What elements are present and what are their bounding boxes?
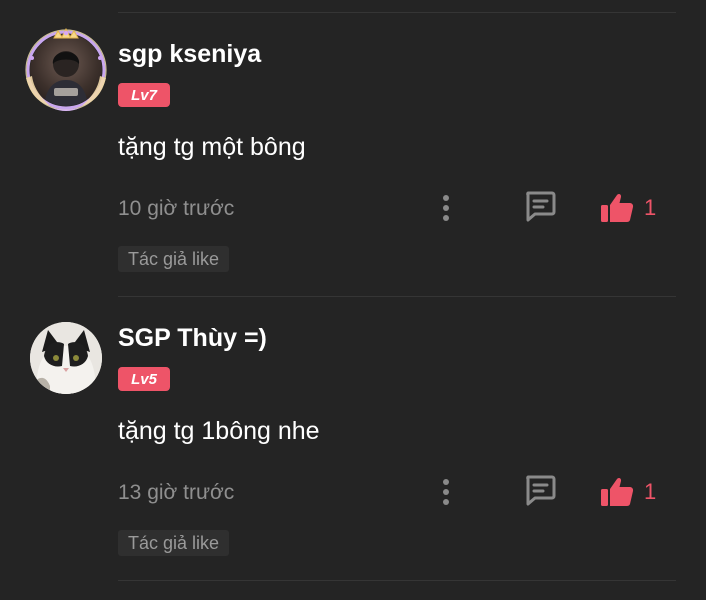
comment-bubble-icon (526, 191, 556, 222)
divider (118, 580, 676, 581)
like-count: 1 (644, 479, 657, 504)
level-badge: Lv7 (118, 83, 170, 107)
comment-bubble-icon (526, 475, 556, 506)
avatar[interactable] (30, 322, 102, 394)
avatar-frame-icon (25, 28, 107, 111)
cat-photo-icon (30, 322, 102, 394)
level-badge: Lv5 (118, 367, 170, 391)
more-vertical-icon (443, 479, 449, 505)
author-liked-tag: Tác giả like (118, 530, 230, 556)
more-vertical-icon (443, 195, 449, 221)
like-count: 1 (644, 195, 657, 220)
timestamp: 13 giờ trước (118, 481, 235, 504)
more-options-button[interactable] (430, 476, 462, 508)
like-button[interactable]: 1 (600, 188, 656, 228)
more-options-button[interactable] (430, 192, 462, 224)
reply-button[interactable] (520, 472, 560, 508)
comment-text: tặng tg 1bông nhe (118, 417, 320, 445)
thumbs-up-icon (601, 477, 634, 506)
username[interactable]: sgp kseniya (118, 40, 261, 69)
like-button[interactable]: 1 (600, 472, 656, 512)
comment-item: sgp kseniya Lv7 tặng tg một bông 10 giờ … (0, 0, 706, 280)
comment-text: tặng tg một bông (118, 133, 306, 161)
thumbs-up-icon (601, 193, 634, 222)
reply-button[interactable] (520, 188, 560, 224)
comment-item: SGP Thùy =) Lv5 tặng tg 1bông nhe 13 giờ… (0, 284, 706, 564)
username[interactable]: SGP Thùy =) (118, 324, 267, 353)
author-liked-tag: Tác giả like (118, 246, 230, 272)
timestamp: 10 giờ trước (118, 197, 235, 220)
